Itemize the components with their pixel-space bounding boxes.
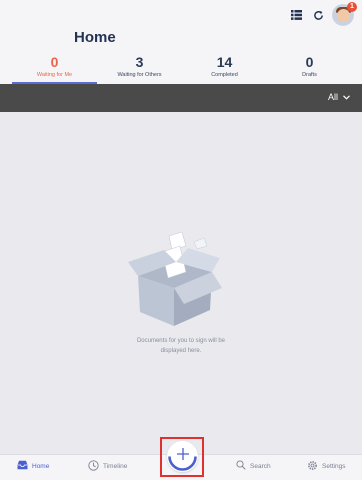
nav-timeline-label: Timeline xyxy=(103,463,128,470)
tab-label: Waiting for Others xyxy=(117,72,162,78)
refresh-icon[interactable] xyxy=(310,7,326,23)
filter-selected-value: All xyxy=(327,92,338,102)
nav-search-label: Search xyxy=(250,462,271,470)
tab-waiting-for-others[interactable]: 3 Waiting for Others xyxy=(97,54,182,84)
nav-settings-label: Settings xyxy=(322,463,346,470)
new-document-button[interactable] xyxy=(167,441,198,472)
tab-drafts[interactable]: 0 Drafts xyxy=(267,54,352,84)
search-icon xyxy=(236,460,246,472)
tab-count: 0 xyxy=(305,54,314,70)
inbox-icon xyxy=(17,460,28,472)
tab-label: Drafts xyxy=(302,72,317,78)
gear-icon xyxy=(307,460,318,473)
nav-search[interactable]: Search xyxy=(236,460,271,472)
nav-home[interactable]: Home xyxy=(17,460,49,472)
avatar[interactable]: 1 xyxy=(332,2,357,26)
chevron-down-icon xyxy=(343,92,350,102)
open-box-icon xyxy=(124,231,224,333)
empty-state: Documents for you to sign will be displa… xyxy=(0,112,362,454)
new-document-highlight xyxy=(160,437,204,477)
fab-ring xyxy=(168,456,197,471)
empty-state-line-1: Documents for you to sign will be xyxy=(136,338,226,344)
empty-state-line-2: displayed here. xyxy=(160,348,202,354)
tab-count: 0 xyxy=(50,54,59,70)
empty-state-message: Documents for you to sign will be displa… xyxy=(0,336,362,356)
tab-count: 3 xyxy=(135,54,144,70)
tab-label: Completed xyxy=(211,72,238,78)
page-title: Home xyxy=(74,29,116,46)
nav-settings[interactable]: Settings xyxy=(307,460,346,473)
clock-icon xyxy=(88,460,99,473)
top-icons: 1 xyxy=(288,2,357,26)
tab-waiting-for-me[interactable]: 0 Waiting for Me xyxy=(12,54,97,84)
filter-bar: All xyxy=(0,84,362,112)
tab-label: Waiting for Me xyxy=(36,72,73,78)
list-view-icon[interactable] xyxy=(288,7,304,23)
nav-timeline[interactable]: Timeline xyxy=(88,460,127,473)
tab-completed[interactable]: 14 Completed xyxy=(182,54,267,84)
status-tabs: 0 Waiting for Me 3 Waiting for Others 14… xyxy=(12,54,352,84)
header: 1 Home 0 Waiting for Me 3 Waiting for Ot… xyxy=(0,0,362,84)
tab-count: 14 xyxy=(216,54,233,70)
filter-dropdown[interactable]: All xyxy=(328,92,350,102)
nav-home-label: Home xyxy=(32,462,50,470)
notification-badge: 1 xyxy=(347,2,357,12)
